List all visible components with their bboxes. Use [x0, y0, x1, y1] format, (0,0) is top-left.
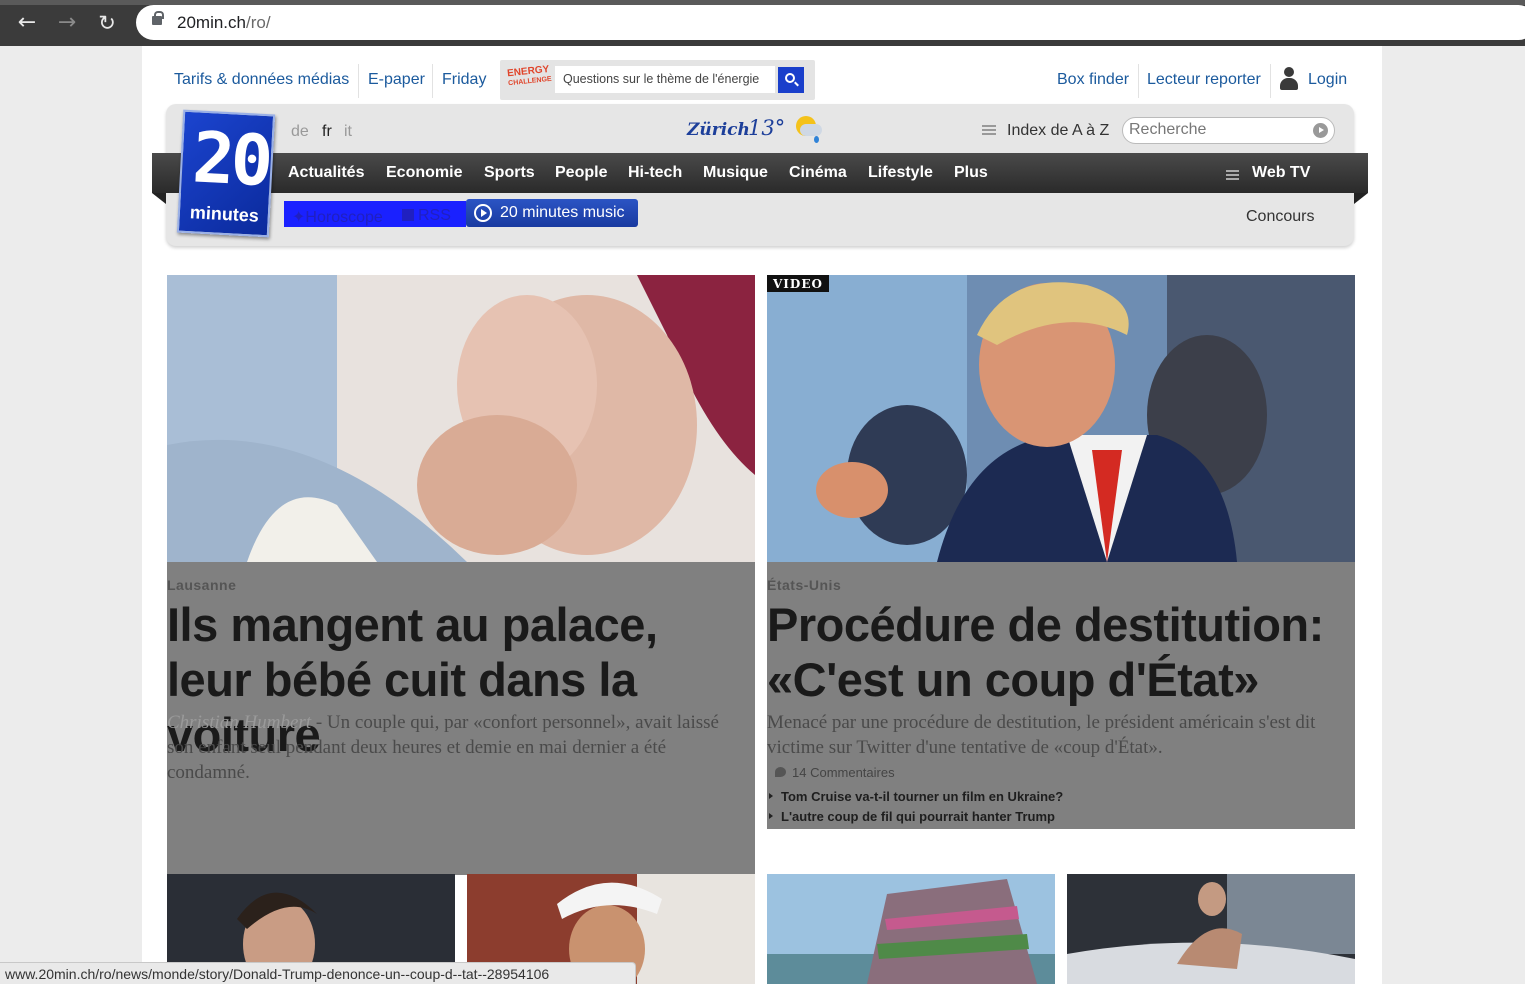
forward-arrow-icon[interactable]: → [54, 10, 80, 36]
weather-sun-rain-icon[interactable] [794, 114, 826, 144]
nav-web-tv[interactable]: Web TV [1252, 164, 1310, 182]
link-horoscope[interactable]: ✦Horoscope [292, 207, 383, 227]
menu-icon[interactable] [1226, 170, 1239, 180]
play-icon [474, 204, 492, 222]
article-thumbnail[interactable] [1067, 874, 1355, 984]
link-epaper[interactable]: E-paper [368, 71, 425, 89]
article-lead: Christian Humbert - Un couple qui, par «… [167, 712, 719, 783]
divider [1138, 64, 1139, 98]
lock-icon [152, 11, 164, 25]
nav-people[interactable]: People [555, 164, 607, 182]
divider [432, 64, 433, 98]
article-card[interactable]: VIDEO États-Unis Procédure de destitutio… [767, 275, 1355, 829]
site-header: de fr it Zürich 13° Index de A à Z Reche… [152, 104, 1368, 246]
nav-lifestyle[interactable]: Lifestyle [868, 164, 933, 182]
link-login[interactable]: Login [1308, 71, 1347, 89]
article-kicker[interactable]: Lausanne [167, 577, 236, 593]
nav-musique[interactable]: Musique [703, 164, 768, 182]
weather-city[interactable]: Zürich [687, 120, 750, 140]
nav-sports[interactable]: Sports [484, 164, 535, 182]
related-article-link[interactable]: L'autre coup de fil qui pourrait hanter … [767, 809, 1055, 824]
link-index-a-z[interactable]: Index de A à Z [1007, 122, 1109, 140]
nav-plus[interactable]: Plus [954, 164, 988, 182]
energy-search-input[interactable]: Questions sur le thème de l'énergie [555, 66, 775, 93]
ribbon-fold [1354, 193, 1368, 204]
energy-challenge-search: ENERGY CHALLENGE Questions sur le thème … [500, 60, 815, 100]
user-icon[interactable] [1280, 67, 1298, 91]
lang-de[interactable]: de [291, 123, 309, 141]
nav-hi-tech[interactable]: Hi-tech [628, 164, 682, 182]
comments-link[interactable]: 14 Commentaires [775, 765, 895, 780]
link-friday[interactable]: Friday [442, 71, 486, 89]
comment-bubble-icon [775, 767, 786, 777]
link-concours[interactable]: Concours [1246, 208, 1314, 226]
article-thumbnail[interactable] [767, 874, 1055, 984]
article-author: Christian Humbert [167, 712, 312, 733]
back-arrow-icon[interactable]: ← [14, 10, 40, 36]
address-bar[interactable]: 20min.ch/ro/ [136, 5, 1525, 40]
page-content: Tarifs & données médias E-paper Friday E… [142, 46, 1382, 984]
article-headline[interactable]: Procédure de destitution: «C'est un coup… [767, 597, 1347, 707]
article-kicker[interactable]: États-Unis [767, 577, 841, 593]
music-button[interactable]: 20 minutes music [466, 199, 638, 227]
link-lecteur-reporter[interactable]: Lecteur reporter [1147, 71, 1261, 89]
weather-temp[interactable]: 13° [748, 116, 785, 140]
20-minutes-logo[interactable]: 20 minutes [176, 109, 276, 238]
reload-icon[interactable]: ↻ [94, 10, 120, 36]
article-lead: Menacé par une procédure de destitution,… [767, 712, 1316, 758]
search-placeholder: Recherche [1129, 121, 1207, 138]
nav-actualites[interactable]: Actualités [288, 164, 364, 182]
ribbon-fold [152, 193, 166, 204]
article-card[interactable]: Lausanne Ils mangent au palace, leur béb… [167, 275, 755, 875]
article-image-trump[interactable]: VIDEO [767, 275, 1355, 562]
link-box-finder[interactable]: Box finder [1057, 71, 1129, 89]
divider [358, 64, 359, 98]
divider [1270, 64, 1271, 98]
link-rss[interactable]: RSS [402, 207, 451, 225]
status-bar-url: www.20min.ch/ro/news/monde/story/Donald-… [0, 962, 636, 984]
article-image-baby-feet[interactable] [167, 275, 755, 562]
lang-fr[interactable]: fr [322, 123, 332, 141]
related-article-link[interactable]: Tom Cruise va-t-il tourner un film en Uk… [767, 789, 1063, 804]
search-go-icon[interactable] [1313, 123, 1328, 138]
link-tarifs[interactable]: Tarifs & données médias [174, 71, 349, 89]
rss-icon [402, 209, 414, 221]
nav-cinema[interactable]: Cinéma [789, 164, 847, 182]
site-search-field[interactable]: Recherche [1122, 117, 1335, 144]
lang-it[interactable]: it [344, 123, 352, 141]
energy-challenge-logo[interactable]: ENERGY CHALLENGE [507, 64, 554, 96]
url-text: 20min.ch/ro/ [177, 13, 271, 32]
energy-search-button[interactable] [778, 67, 804, 93]
top-links: Tarifs & données médias E-paper Friday E… [142, 46, 1382, 106]
browser-toolbar: ← → ↻ 20min.ch/ro/ [0, 0, 1525, 46]
search-icon [785, 73, 795, 83]
video-badge: VIDEO [767, 275, 829, 292]
nav-economie[interactable]: Economie [386, 164, 462, 182]
menu-icon[interactable] [982, 125, 996, 135]
